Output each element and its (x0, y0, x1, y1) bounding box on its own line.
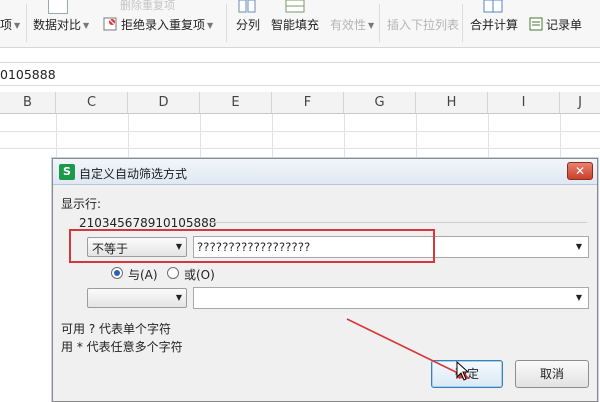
mouse-cursor-icon (456, 361, 470, 381)
annotation-arrow (346, 318, 470, 379)
